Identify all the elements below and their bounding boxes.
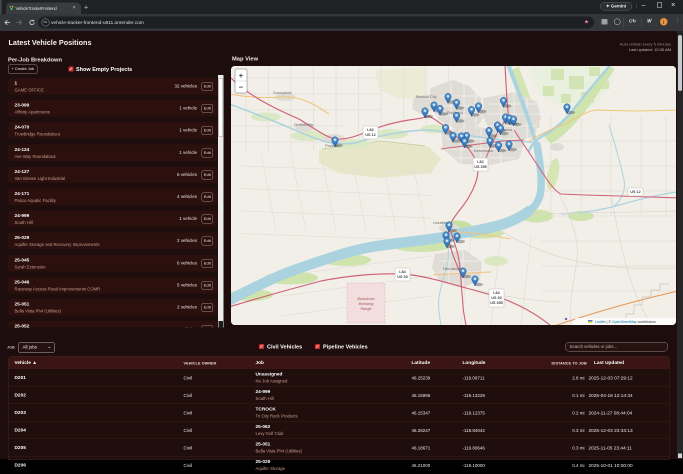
svg-text:US 12: US 12 bbox=[365, 133, 375, 137]
svg-text:Sunnyside: Sunnyside bbox=[273, 90, 292, 95]
svg-text:I-84: I-84 bbox=[493, 291, 500, 295]
svg-text:US 12: US 12 bbox=[630, 190, 640, 194]
svg-text:US 395: US 395 bbox=[474, 165, 487, 169]
svg-text:+: + bbox=[239, 71, 244, 80]
svg-text:I-82: I-82 bbox=[477, 160, 483, 164]
svg-text:US 30: US 30 bbox=[397, 275, 407, 279]
svg-text:I-82: I-82 bbox=[367, 128, 373, 132]
svg-text:Grandview: Grandview bbox=[294, 122, 313, 127]
svg-text:Bombing: Bombing bbox=[359, 302, 375, 306]
svg-text:Benton City: Benton City bbox=[416, 94, 437, 99]
svg-text:US 30: US 30 bbox=[491, 296, 501, 300]
svg-text:Boardman: Boardman bbox=[357, 297, 374, 301]
svg-text:Hermiston: Hermiston bbox=[443, 266, 461, 271]
svg-text:Kennewick: Kennewick bbox=[474, 148, 493, 153]
svg-text:I-84: I-84 bbox=[399, 270, 406, 274]
svg-text:Range: Range bbox=[360, 307, 371, 311]
svg-text:US 395: US 395 bbox=[490, 301, 503, 305]
svg-text:Leaflet | © OpenStreetMap cont: Leaflet | © OpenStreetMap contributors bbox=[595, 320, 656, 324]
svg-text:−: − bbox=[239, 83, 244, 92]
